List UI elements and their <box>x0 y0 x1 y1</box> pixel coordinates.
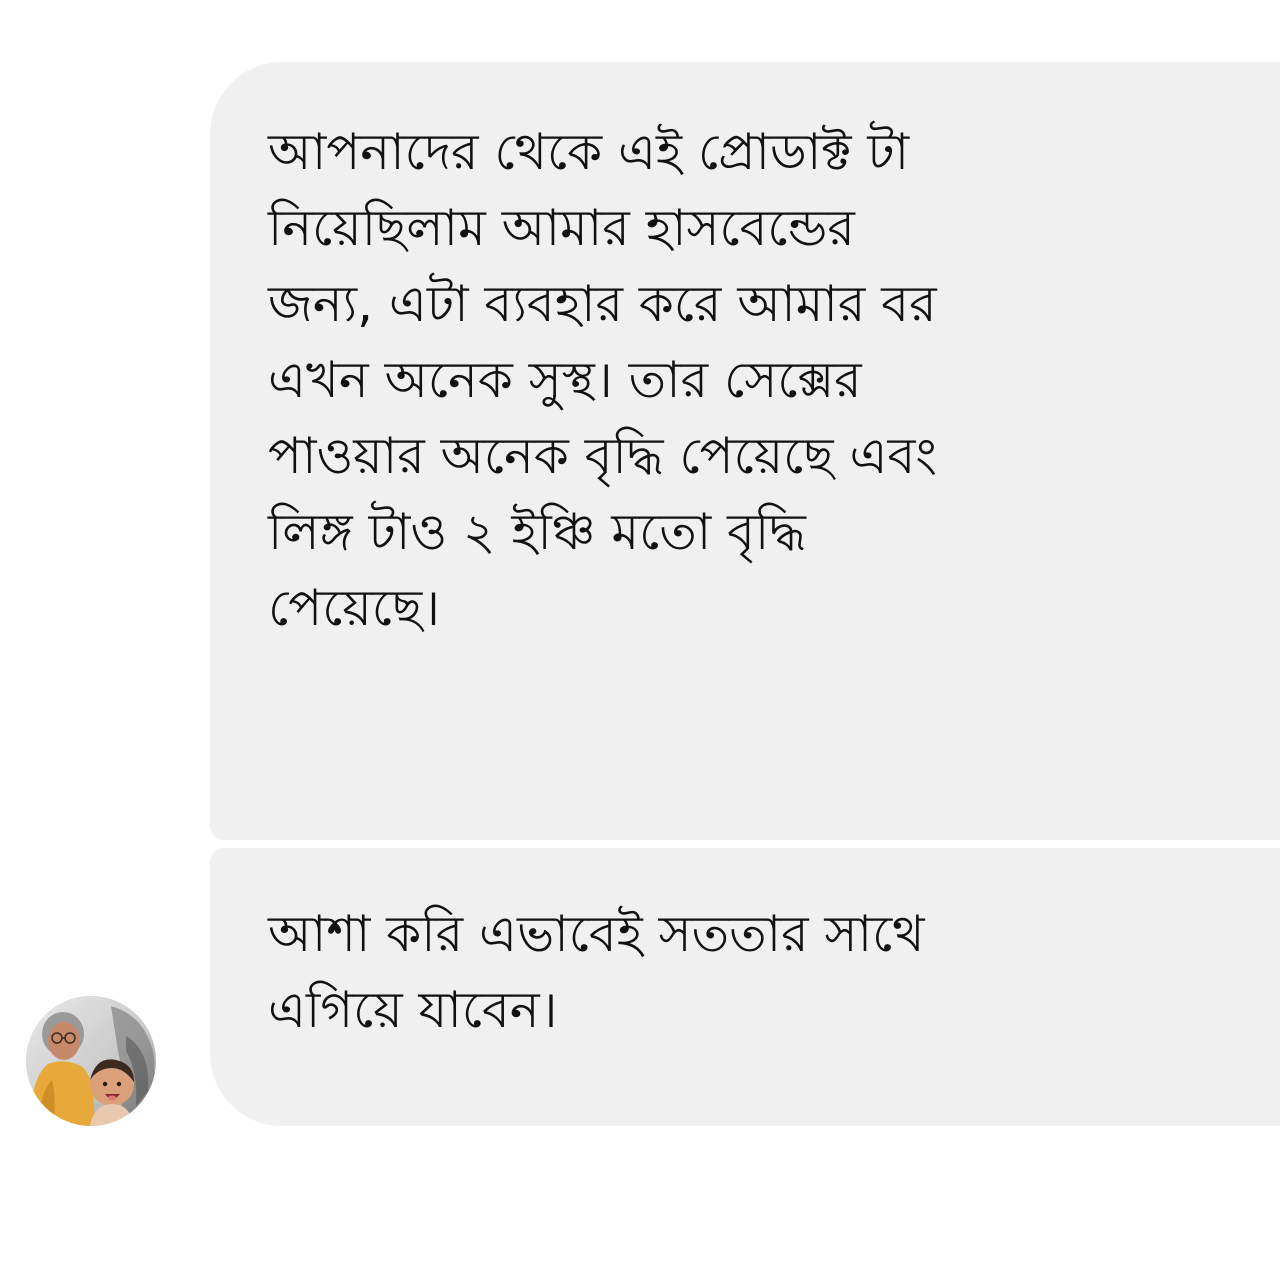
message-text-line: জন্য, এটা ব্যবহার করে আমার বর <box>268 275 937 333</box>
message-bubble[interactable]: আশা করি এভাবেই সততার সাথে এগিয়ে যাবেন। <box>210 848 1280 1126</box>
message-text-line: এখন অনেক সুস্থ। তার সেক্সের <box>268 351 862 409</box>
message-text-line: আশা করি এভাবেই সততার সাথে <box>268 905 925 963</box>
message-text-line: আপনাদের থেকে এই প্রোডাক্ট টা <box>268 123 910 181</box>
message-text-line: নিয়েছিলাম আমার হাসবেন্ডের <box>268 199 855 257</box>
profile-photo-avatar-icon <box>26 996 156 1126</box>
message-text-line: এগিয়ে যাবেন। <box>268 981 558 1039</box>
chat-thread: আপনাদের থেকে এই প্রোডাক্ট টা নিয়েছিলাম … <box>0 0 1280 1280</box>
sender-avatar[interactable] <box>26 996 156 1126</box>
message-bubble[interactable]: আপনাদের থেকে এই প্রোডাক্ট টা নিয়েছিলাম … <box>210 62 1280 840</box>
message-text-line: পাওয়ার অনেক বৃদ্ধি পেয়েছে এবং <box>268 427 937 485</box>
message-text-line: লিঙ্গ টাও ২ ইঞ্চি মতো বৃদ্ধি <box>268 503 806 561</box>
message-text-line: পেয়েছে। <box>268 579 441 637</box>
